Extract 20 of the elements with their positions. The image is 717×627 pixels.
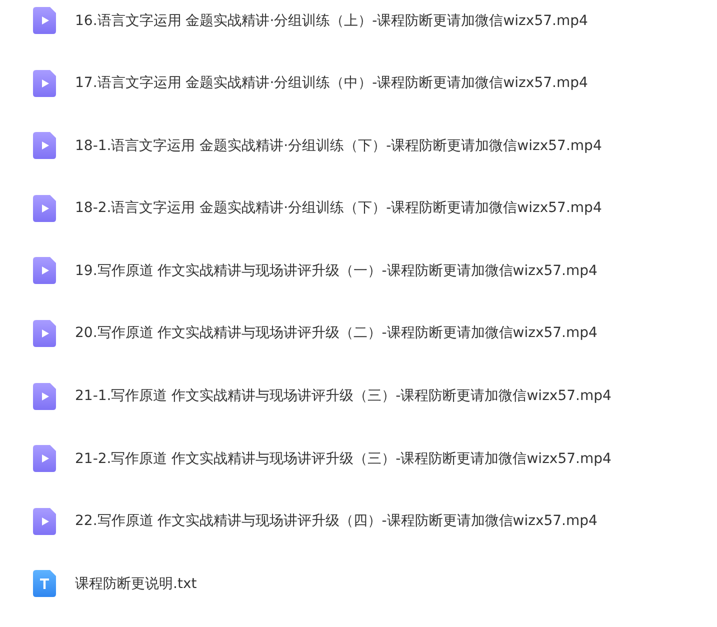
file-name[interactable]: 21-1.写作原道 作文实战精讲与现场讲评升级（三）-课程防断更请加微信wizx57.mp4: [75, 387, 612, 406]
video-file-icon: [33, 257, 56, 284]
video-file-icon: [33, 194, 56, 222]
file-name[interactable]: 17.语言文字运用 金题实战精讲·分组训练（中）-课程防断更请加微信wizx57.mp4: [75, 74, 588, 92]
file-name[interactable]: 22.写作原道 作文实战精讲与现场讲评升级（四）-课程防断更请加微信wizx57.mp4: [75, 512, 598, 530]
file-name[interactable]: 20.写作原道 作文实战精讲与现场讲评升级（二）-课程防断更请加微信wizx57.mp4: [75, 324, 598, 342]
video-file-icon: [33, 320, 56, 347]
file-name[interactable]: 18-2.语言文字运用 金题实战精讲·分组训练（下）-课程防断更请加微信wizx57.mp4: [75, 199, 602, 218]
video-file-icon: [33, 70, 56, 97]
video-file-icon: [33, 445, 56, 472]
file-name[interactable]: 课程防断更说明.txt: [75, 574, 197, 593]
file-name[interactable]: 16.语言文字运用 金题实战精讲·分组训练（上）-课程防断更请加微信wizx57.mp4: [75, 12, 588, 30]
video-file-icon: [33, 7, 56, 34]
file-name[interactable]: 18-1.语言文字运用 金题实战精讲·分组训练（下）-课程防断更请加微信wizx57.mp4: [75, 136, 602, 155]
video-file-icon: [33, 508, 56, 535]
file-name[interactable]: 21-2.写作原道 作文实战精讲与现场讲评升级（三）-课程防断更请加微信wizx57.mp4: [75, 450, 612, 468]
text-file-icon: [33, 570, 56, 598]
video-file-icon: [33, 132, 56, 160]
video-file-icon: [33, 382, 56, 410]
file-name[interactable]: 19.写作原道 作文实战精讲与现场讲评升级（一）-课程防断更请加微信wizx57.mp4: [75, 262, 598, 280]
